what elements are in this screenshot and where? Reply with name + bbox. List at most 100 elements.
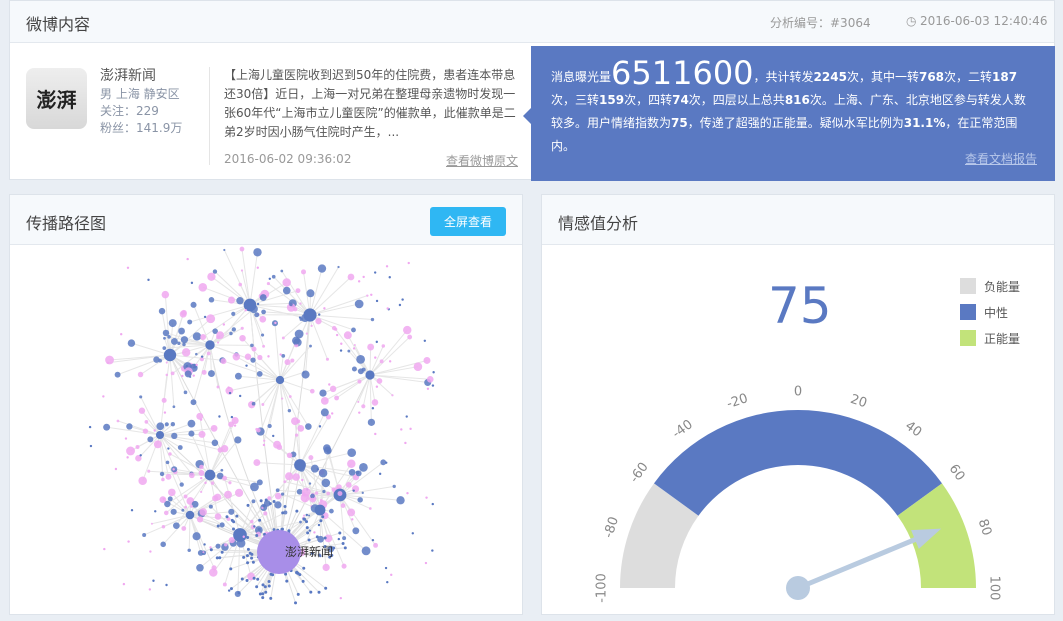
graph-node[interactable]	[267, 496, 272, 501]
graph-node[interactable]	[185, 510, 195, 520]
graph-node[interactable]	[207, 272, 216, 281]
graph-node[interactable]	[331, 487, 336, 492]
graph-node[interactable]	[308, 514, 311, 517]
graph-node[interactable]	[400, 428, 403, 431]
graph-node[interactable]	[310, 324, 313, 328]
graph-node[interactable]	[195, 363, 198, 367]
graph-node[interactable]	[165, 460, 170, 465]
graph-node[interactable]	[168, 452, 172, 456]
graph-node[interactable]	[158, 307, 166, 315]
graph-node[interactable]	[368, 507, 372, 510]
graph-node[interactable]	[373, 542, 379, 548]
propagation-graph[interactable]: 澎湃新闻	[10, 245, 522, 614]
graph-node[interactable]	[199, 464, 204, 470]
graph-node[interactable]	[216, 331, 224, 340]
graph-node[interactable]	[208, 297, 215, 303]
graph-node[interactable]	[317, 523, 321, 527]
graph-node[interactable]	[309, 590, 313, 594]
graph-node[interactable]	[153, 429, 156, 432]
graph-node[interactable]	[309, 388, 315, 394]
graph-node[interactable]	[431, 384, 435, 387]
graph-node[interactable]	[375, 340, 379, 344]
avatar[interactable]: 澎湃	[26, 68, 87, 129]
graph-node[interactable]	[432, 371, 435, 374]
graph-node[interactable]	[188, 430, 195, 437]
graph-node[interactable]	[227, 589, 231, 592]
graph-node[interactable]	[179, 310, 187, 318]
graph-node[interactable]	[220, 468, 224, 472]
graph-node[interactable]	[229, 567, 233, 571]
graph-node[interactable]	[167, 334, 171, 339]
graph-node[interactable]	[139, 454, 142, 457]
graph-node[interactable]	[358, 411, 361, 414]
graph-node[interactable]	[347, 459, 356, 468]
graph-node[interactable]	[295, 570, 299, 574]
graph-node[interactable]	[384, 566, 388, 570]
graph-node[interactable]	[165, 373, 169, 377]
graph-node[interactable]	[135, 444, 140, 449]
graph-node[interactable]	[309, 344, 312, 348]
graph-node[interactable]	[262, 443, 266, 447]
graph-node[interactable]	[293, 307, 298, 312]
graph-node[interactable]	[256, 371, 263, 377]
graph-node[interactable]	[251, 346, 257, 352]
graph-node[interactable]	[355, 470, 362, 477]
graph-node[interactable]	[200, 355, 204, 358]
graph-node[interactable]	[152, 579, 155, 582]
graph-node[interactable]	[271, 274, 276, 279]
graph-node[interactable]	[261, 309, 266, 315]
graph-node[interactable]	[343, 546, 347, 550]
graph-node[interactable]	[199, 508, 207, 516]
graph-node[interactable]	[163, 510, 169, 516]
graph-node[interactable]	[126, 456, 129, 459]
graph-node[interactable]	[352, 347, 356, 350]
graph-node[interactable]	[342, 536, 347, 541]
graph-node[interactable]	[320, 397, 329, 405]
graph-node[interactable]	[204, 469, 216, 481]
graph-node[interactable]	[219, 522, 225, 528]
graph-node[interactable]	[181, 374, 184, 378]
graph-node[interactable]	[280, 269, 284, 273]
graph-node[interactable]	[192, 532, 201, 541]
graph-node[interactable]	[306, 531, 310, 535]
graph-node[interactable]	[216, 341, 220, 344]
graph-node[interactable]	[405, 415, 408, 418]
graph-node[interactable]	[163, 336, 166, 340]
graph-node[interactable]	[189, 504, 193, 508]
graph-node[interactable]	[196, 564, 204, 572]
graph-node[interactable]	[190, 301, 197, 308]
graph-node[interactable]	[144, 420, 149, 424]
graph-node[interactable]	[331, 412, 334, 415]
graph-node[interactable]	[340, 503, 346, 508]
graph-node[interactable]	[203, 543, 206, 546]
graph-node[interactable]	[274, 492, 282, 500]
graph-node[interactable]	[347, 448, 357, 458]
graph-node[interactable]	[236, 297, 244, 305]
graph-node[interactable]	[220, 550, 224, 554]
graph-node[interactable]	[204, 481, 207, 485]
graph-node[interactable]	[142, 428, 149, 434]
graph-node[interactable]	[294, 601, 298, 605]
graph-node[interactable]	[237, 591, 241, 595]
graph-node[interactable]	[287, 529, 291, 533]
graph-node[interactable]	[276, 444, 283, 451]
graph-node[interactable]	[351, 518, 354, 521]
graph-node[interactable]	[269, 572, 273, 576]
graph-node[interactable]	[158, 358, 162, 363]
graph-node[interactable]	[214, 513, 222, 520]
graph-node[interactable]	[281, 511, 285, 515]
graph-node[interactable]	[305, 513, 309, 517]
graph-node[interactable]	[391, 394, 394, 397]
graph-node[interactable]	[238, 394, 242, 398]
graph-node[interactable]	[170, 508, 177, 515]
graph-node[interactable]	[315, 535, 319, 539]
graph-node[interactable]	[220, 358, 227, 365]
graph-node[interactable]	[201, 369, 207, 375]
graph-node[interactable]	[374, 356, 377, 359]
graph-node[interactable]	[170, 422, 176, 427]
graph-node[interactable]	[167, 447, 170, 450]
graph-node[interactable]	[425, 496, 428, 499]
graph-node[interactable]	[130, 509, 134, 512]
graph-node[interactable]	[274, 321, 277, 325]
graph-node[interactable]	[264, 498, 268, 502]
